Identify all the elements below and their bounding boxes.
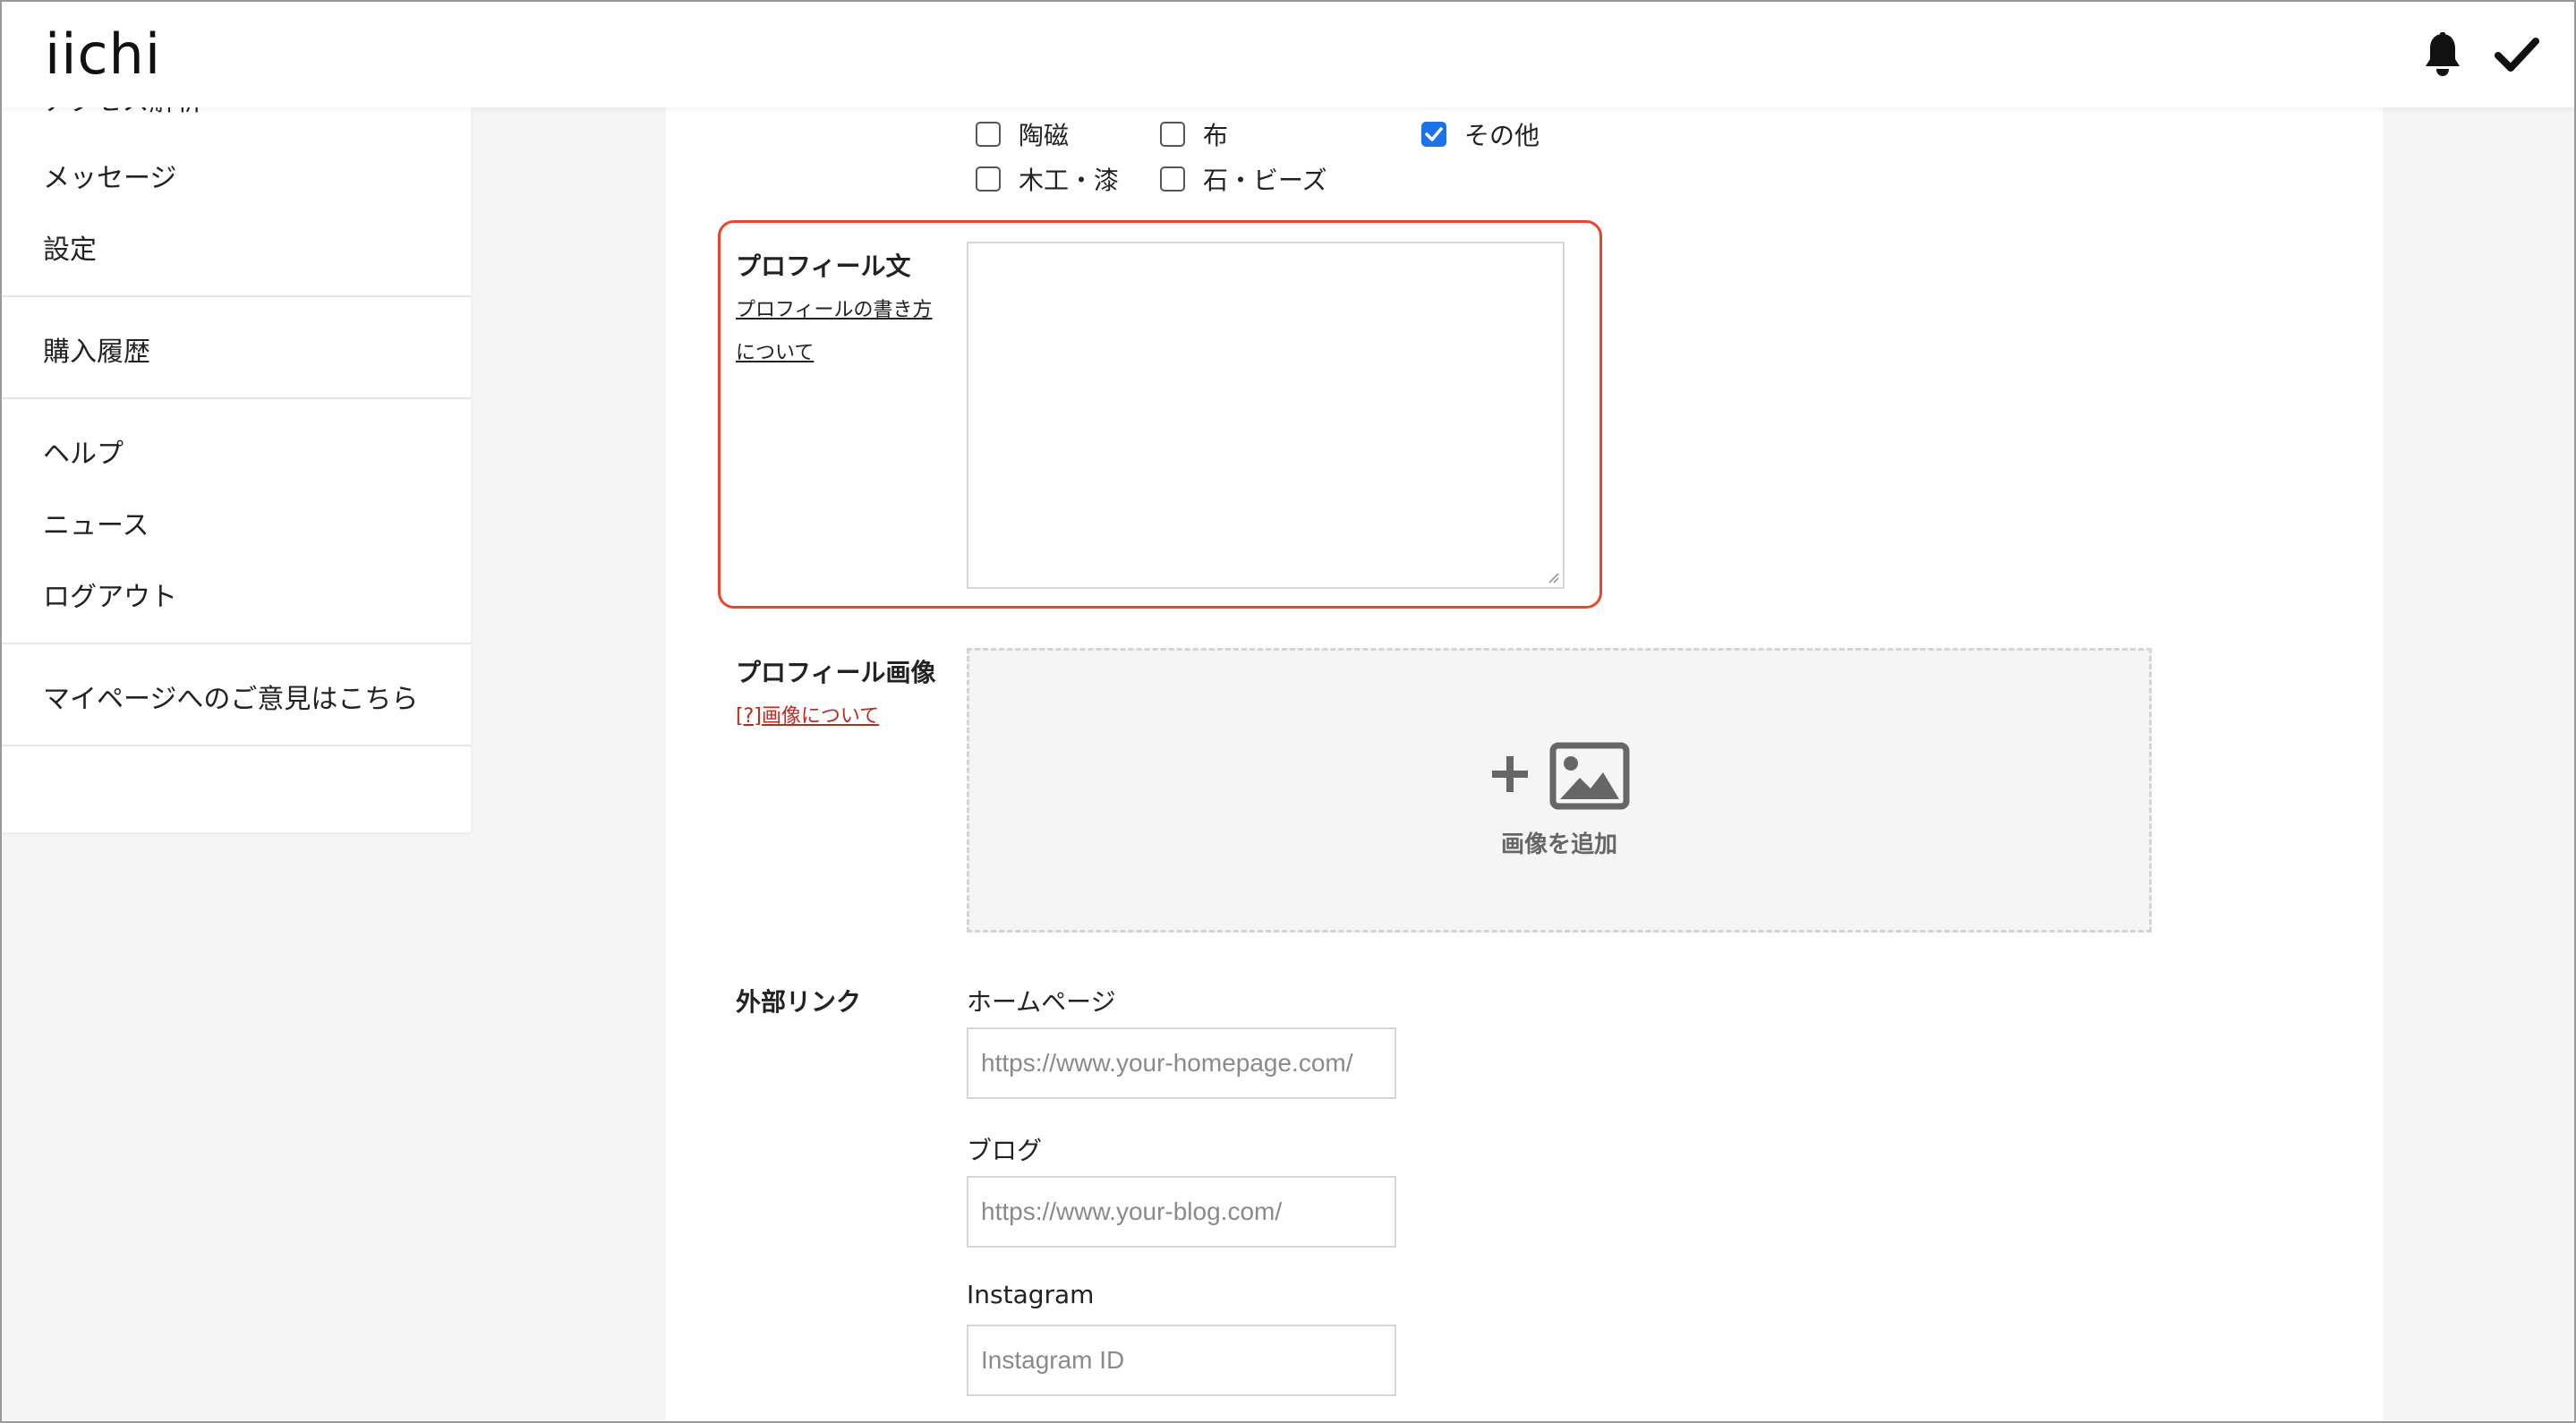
homepage-url-input[interactable] bbox=[967, 1027, 1396, 1099]
sidebar: アクセス解析 メッセージ 設定 購入履歴 ヘルプ ニュース ログアウト マイペー… bbox=[2, 107, 471, 832]
homepage-label: ホームページ bbox=[967, 987, 1116, 1017]
checkbox[interactable] bbox=[976, 166, 1001, 192]
sidebar-item-help[interactable]: ヘルプ bbox=[43, 431, 124, 471]
category-checkbox-woodwork[interactable]: 木工・漆 bbox=[976, 161, 1119, 197]
logo[interactable]: iichi bbox=[45, 21, 161, 87]
sidebar-item-purchase-history[interactable]: 購入履歴 bbox=[43, 329, 150, 369]
add-image-icon bbox=[1492, 742, 1630, 810]
image-dropzone[interactable]: 画像を追加 bbox=[967, 648, 2152, 933]
resize-handle-icon[interactable] bbox=[1547, 571, 1559, 584]
checkbox-label: 石・ビーズ bbox=[1203, 166, 1327, 195]
sidebar-divider bbox=[2, 397, 471, 399]
profile-writing-help-link[interactable]: プロフィールの書き方 bbox=[736, 294, 933, 322]
external-links-title: 外部リンク bbox=[736, 987, 862, 1017]
checkbox[interactable] bbox=[976, 122, 1001, 147]
blog-label: ブログ bbox=[967, 1136, 1043, 1165]
add-image-label: 画像を追加 bbox=[1500, 831, 1617, 858]
checkbox[interactable] bbox=[1160, 122, 1185, 147]
sidebar-item-messages[interactable]: メッセージ bbox=[43, 156, 176, 195]
checkbox-label: 木工・漆 bbox=[1019, 166, 1120, 195]
checkbox-label: 陶磁 bbox=[1019, 121, 1070, 150]
checkmark-icon[interactable] bbox=[2495, 36, 2539, 73]
sidebar-item-logout[interactable]: ログアウト bbox=[43, 575, 177, 614]
bell-icon[interactable] bbox=[2423, 32, 2462, 77]
category-checkbox-ceramics[interactable]: 陶磁 bbox=[976, 116, 1069, 152]
profile-text-textarea[interactable] bbox=[967, 242, 1565, 589]
checkbox[interactable] bbox=[1160, 166, 1185, 192]
profile-text-title: プロフィール文 bbox=[736, 251, 911, 281]
category-checkbox-stone-beads[interactable]: 石・ビーズ bbox=[1160, 161, 1327, 197]
profile-image-title: プロフィール画像 bbox=[736, 658, 936, 687]
checkbox-label: 布 bbox=[1203, 121, 1229, 150]
profile-writing-help-link-cont[interactable]: について bbox=[736, 337, 814, 365]
blog-url-input[interactable] bbox=[967, 1176, 1396, 1248]
sidebar-divider bbox=[2, 295, 471, 297]
sidebar-divider bbox=[2, 643, 471, 644]
image-help-link[interactable]: [?]画像について bbox=[736, 700, 879, 729]
sidebar-item-settings[interactable]: 設定 bbox=[43, 227, 97, 267]
checkbox-checked[interactable] bbox=[1421, 122, 1446, 147]
instagram-id-input[interactable] bbox=[967, 1325, 1396, 1396]
sidebar-item-feedback[interactable]: マイページへのご意見はこちら bbox=[43, 677, 418, 716]
sidebar-item-analytics[interactable]: アクセス解析 bbox=[43, 107, 203, 118]
checkbox-label: その他 bbox=[1464, 121, 1540, 150]
sidebar-divider bbox=[2, 745, 471, 746]
top-header: iichi bbox=[2, 2, 2574, 107]
checkmark-icon bbox=[1425, 127, 1443, 141]
category-checkbox-cloth[interactable]: 布 bbox=[1160, 116, 1228, 152]
sidebar-item-news[interactable]: ニュース bbox=[43, 503, 149, 542]
instagram-label: Instagram bbox=[967, 1280, 1095, 1309]
category-checkbox-other[interactable]: その他 bbox=[1421, 116, 1540, 152]
